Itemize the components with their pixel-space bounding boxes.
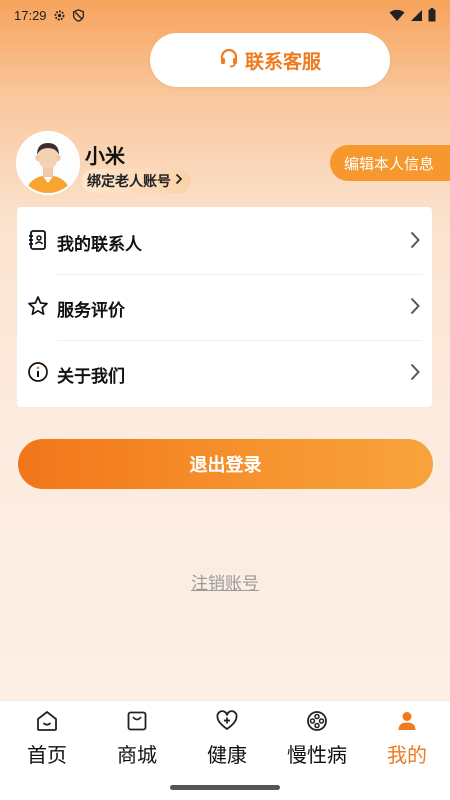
- bind-elder-account-label: 绑定老人账号: [87, 174, 171, 190]
- bind-elder-account-button[interactable]: 绑定老人账号: [82, 169, 191, 193]
- headset-icon: [219, 48, 239, 73]
- nav-label: 首页: [27, 743, 67, 767]
- status-bar: 17:29: [0, 0, 450, 30]
- chevron-right-icon: [410, 297, 420, 319]
- menu-item-contacts[interactable]: 我的联系人: [17, 209, 432, 275]
- nav-item-home[interactable]: 首页: [2, 709, 92, 768]
- user-icon: [395, 709, 419, 737]
- logout-label: 退出登录: [189, 455, 262, 476]
- nav-label: 健康: [207, 743, 247, 767]
- star-icon: [27, 295, 49, 321]
- contacts-book-icon: [27, 229, 49, 255]
- nav-item-mall[interactable]: 商城: [92, 709, 182, 768]
- nav-label: 慢性病: [287, 743, 347, 767]
- chevron-right-icon: [410, 231, 420, 253]
- battery-icon: [428, 8, 436, 22]
- menu-item-about-us[interactable]: 关于我们: [17, 341, 432, 407]
- signal-icon: [410, 9, 423, 22]
- chevron-right-icon: [175, 173, 183, 189]
- nav-label: 我的: [387, 743, 427, 767]
- settings-gear-icon: [53, 9, 66, 22]
- menu-item-label: 关于我们: [57, 366, 125, 387]
- logout-button[interactable]: 退出登录: [18, 439, 433, 489]
- user-name: 小米: [85, 144, 125, 168]
- shield-icon: [72, 8, 85, 22]
- status-time: 17:29: [14, 7, 47, 23]
- nav-label: 商城: [117, 743, 157, 767]
- info-icon: [27, 361, 49, 387]
- nav-item-mine[interactable]: 我的: [362, 709, 450, 768]
- nav-item-chronic-disease[interactable]: 慢性病: [272, 709, 362, 768]
- nav-item-health[interactable]: 健康: [182, 709, 272, 768]
- edit-profile-button[interactable]: 编辑本人信息: [330, 145, 450, 181]
- edit-profile-label: 编辑本人信息: [344, 154, 435, 173]
- heart-plus-icon: [215, 709, 239, 737]
- menu-item-service-rating[interactable]: 服务评价: [17, 275, 432, 341]
- contact-service-label: 联系客服: [244, 50, 321, 73]
- film-reel-icon: [305, 709, 329, 737]
- contact-service-button[interactable]: 联系客服: [150, 33, 390, 87]
- shopping-bag-icon: [125, 709, 149, 737]
- home-icon: [35, 709, 59, 737]
- menu-item-label: 我的联系人: [57, 234, 142, 255]
- avatar[interactable]: [16, 131, 80, 195]
- menu-item-label: 服务评价: [57, 300, 125, 321]
- home-indicator[interactable]: [170, 785, 280, 790]
- wifi-icon: [389, 9, 405, 22]
- menu-card: 我的联系人 服务评价 关于我们: [17, 207, 432, 407]
- chevron-right-icon: [410, 363, 420, 385]
- cancel-account-link[interactable]: 注销账号: [0, 569, 450, 594]
